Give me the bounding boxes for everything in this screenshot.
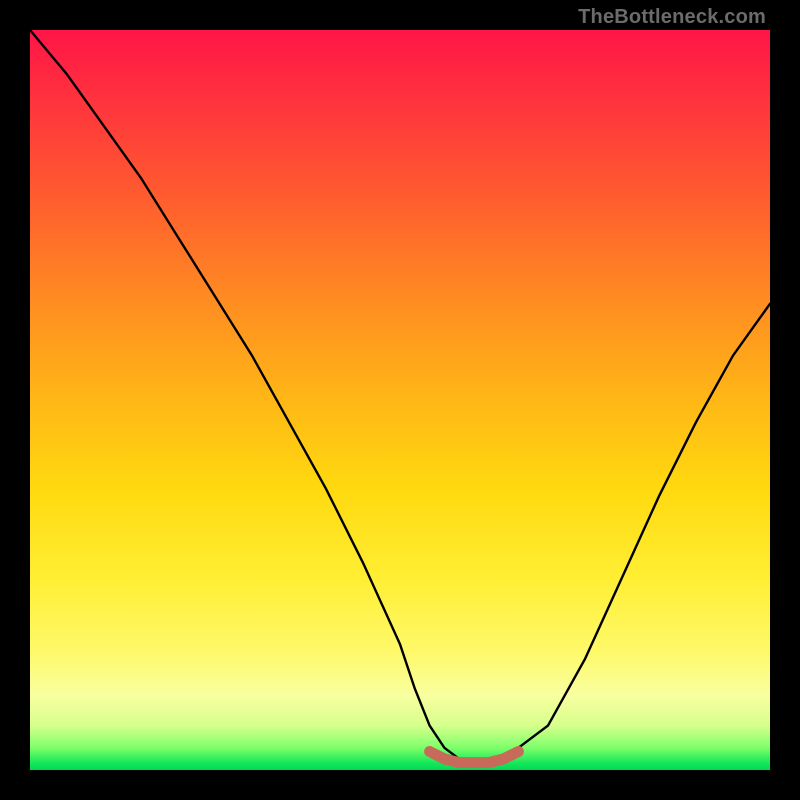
chart-frame: TheBottleneck.com [0,0,800,800]
curve-svg [30,30,770,770]
highlight-band [430,752,519,763]
bottleneck-curve [30,30,770,763]
watermark-text: TheBottleneck.com [578,6,766,29]
plot-area [30,30,770,770]
